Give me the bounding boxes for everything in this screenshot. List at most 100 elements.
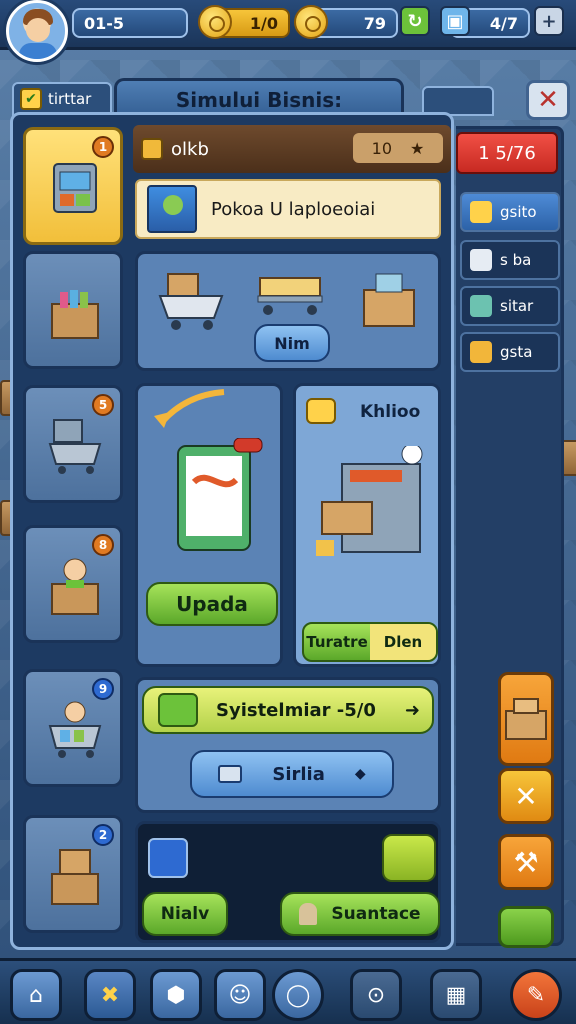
hammer-button[interactable]: ⚒ (498, 834, 554, 890)
machine-button-right: Dlen (370, 624, 436, 660)
close-icon: ✕ (537, 85, 559, 115)
sidebar-badge: 9 (92, 678, 114, 700)
nav-staff[interactable]: ☺ (214, 969, 266, 1021)
nav-center[interactable]: ◯ (272, 969, 324, 1021)
bell-icon (306, 398, 336, 424)
box-value: 4/7 (489, 13, 518, 33)
gear-icon (294, 5, 328, 39)
home-icon: ⌂ (29, 982, 43, 1008)
right-menu-item-gsta[interactable]: gsta (460, 332, 560, 372)
paper-icon (218, 765, 243, 783)
figure-icon (299, 903, 318, 925)
arrow-icon (154, 389, 225, 428)
package-icon: ▣ (440, 6, 470, 36)
worker-box-icon (51, 558, 99, 615)
right-menu-label: gsito (500, 203, 537, 221)
player-name: Pokoa U laploeoiai (211, 198, 376, 220)
plus-icon: + (541, 10, 557, 32)
coin-value: 1/0 (249, 13, 278, 33)
upgrade-panel: Upada (135, 383, 283, 667)
sidebar-item-cart[interactable]: 5 (23, 385, 123, 503)
store-count: 10 ★ (353, 133, 443, 163)
open-box-icon (51, 290, 99, 339)
price-value: 1 5/76 (478, 142, 536, 164)
sidebar-badge: 5 (92, 394, 114, 416)
nialv-button[interactable]: Nialv (142, 892, 228, 936)
lightbulb-icon (470, 295, 492, 317)
system-bar[interactable]: Syistelmiar -5/0 ➜ (142, 686, 434, 734)
system-panel: Syistelmiar -5/0 ➜ Sirlia ◆ (135, 677, 441, 813)
stacked-boxes-icon (51, 849, 99, 905)
right-menu-label: s ba (500, 251, 532, 269)
leaf-icon (158, 693, 198, 727)
right-menu-label: gsta (500, 343, 533, 361)
x-icon: ✕ (514, 779, 538, 813)
upgrade-button[interactable]: Upada (146, 582, 278, 626)
nav-calendar[interactable]: ▦ (430, 969, 482, 1021)
bottom-nav: ⌂ ✖ ⬢ ☺ ◯ ⊙ ▦ ✎ (0, 958, 576, 1024)
small-action-label: Sirlia (272, 763, 325, 785)
add-button[interactable]: + (534, 6, 564, 36)
machine-button-left: Turatre (306, 633, 368, 651)
calendar-icon: ▦ (445, 982, 467, 1008)
person-icon: ☺ (228, 982, 252, 1008)
phone-card-icon (177, 438, 263, 551)
shopper-cart-icon (48, 701, 102, 758)
nav-shield[interactable]: ⬢ (150, 969, 202, 1021)
top-bar: 01-5 1/0 79 ↻ 4/7 ▣ + (0, 0, 576, 62)
parcel-box-icon (363, 273, 415, 327)
machine-panel: Khlioo Turatre Dlen (293, 383, 441, 667)
cart-action-button[interactable]: Nim (254, 324, 330, 362)
refresh-icon[interactable]: ↻ (400, 6, 430, 36)
cart-panel: Nim (135, 251, 441, 371)
flatbed-trolley-icon (257, 277, 323, 315)
packing-machine-icon (316, 446, 423, 556)
player-portrait (147, 185, 197, 233)
gear-value: 79 (363, 13, 386, 33)
sidebar-item-worker[interactable]: 8 (23, 525, 123, 643)
tab-tirttar[interactable]: ✔ tirttar (12, 82, 112, 116)
sidebar-badge: 1 (92, 136, 114, 158)
player-avatar[interactable] (6, 0, 68, 62)
green-side-button[interactable] (498, 906, 554, 948)
nav-home[interactable]: ⌂ (10, 969, 62, 1021)
box-icon (505, 698, 547, 740)
right-menu-item-sba[interactable]: s ba (460, 240, 560, 280)
sidebar-item-shopper[interactable]: 9 (23, 669, 123, 787)
checkmark-icon: ✔ (20, 88, 42, 110)
coin-icon (198, 5, 232, 39)
upgrade-label: Upada (176, 592, 248, 616)
small-action-button[interactable]: Sirlia ◆ (190, 750, 394, 798)
nav-edit[interactable]: ✎ (510, 969, 562, 1021)
level-value: 01-5 (84, 13, 125, 33)
right-menu-item-gsito[interactable]: gsito (460, 192, 560, 232)
tab-label: tirttar (48, 90, 92, 108)
sidebar-item-vending[interactable]: 1 (23, 127, 123, 245)
diamond-icon: ◆ (354, 766, 366, 782)
content-area: olkb 10 ★ Pokoa U laploeoiai Nim Upada K… (133, 115, 451, 945)
shopping-cart-icon (158, 273, 224, 330)
map-pin-icon[interactable] (148, 838, 188, 878)
box-shortcut-button[interactable] (498, 672, 554, 766)
location-icon: ⊙ (366, 982, 386, 1008)
nav-location[interactable]: ⊙ (350, 969, 402, 1021)
system-label: Syistelmiar -5/0 (216, 699, 376, 721)
avatar-face (26, 18, 50, 42)
nav-tools[interactable]: ✖ (84, 969, 136, 1021)
sidebar-item-stock[interactable]: 2 (23, 815, 123, 933)
machine-button[interactable]: Turatre Dlen (302, 622, 438, 662)
suantace-label: Suantace (331, 904, 421, 924)
price-tag[interactable]: 1 5/76 (456, 132, 558, 174)
shield-icon: ⬢ (166, 982, 186, 1008)
suantace-button[interactable]: Suantace (280, 892, 440, 936)
action-panel: Nialv Suantace (135, 821, 441, 943)
nialv-label: Nialv (160, 904, 210, 924)
sidebar-item-boxes[interactable] (23, 251, 123, 369)
coin-button[interactable] (382, 834, 436, 882)
store-icon (141, 138, 163, 160)
close-button[interactable]: ✕ (526, 80, 570, 120)
cart-action-label: Nim (274, 333, 310, 353)
cancel-side-button[interactable]: ✕ (498, 768, 554, 824)
hammer-icon: ⚒ (513, 845, 539, 879)
right-menu-item-sitar[interactable]: sitar (460, 286, 560, 326)
